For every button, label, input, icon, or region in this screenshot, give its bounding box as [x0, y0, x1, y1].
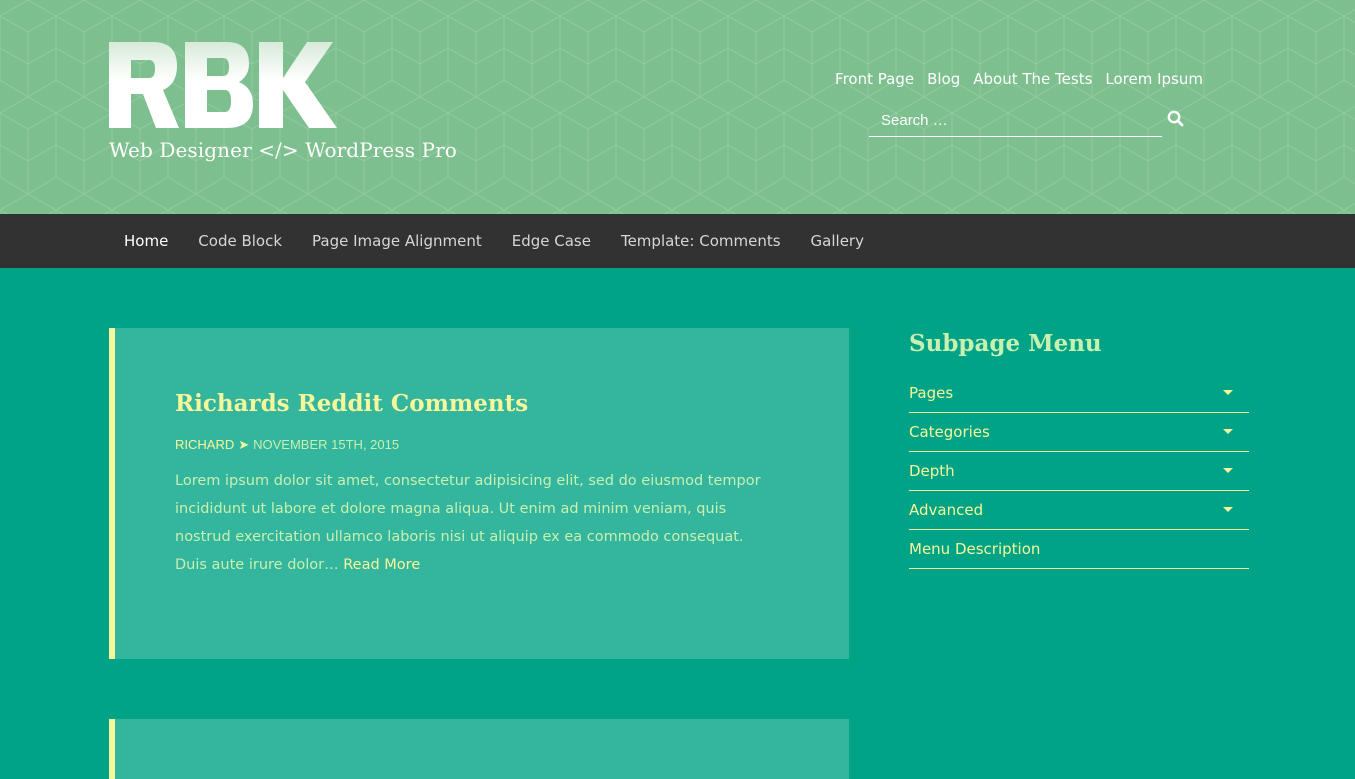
meta-separator: ➤	[238, 437, 250, 452]
chevron-down-icon[interactable]	[1223, 390, 1233, 395]
site-tagline: Web Designer </> WordPress Pro	[109, 138, 457, 162]
chevron-down-icon[interactable]	[1223, 468, 1233, 473]
subpage-menu-item-categories[interactable]: Categories	[909, 413, 1249, 452]
search-icon[interactable]	[1166, 109, 1186, 129]
subpage-menu-item-depth[interactable]: Depth	[909, 452, 1249, 491]
main-nav-item-code-block[interactable]: Code Block	[183, 214, 297, 268]
post-card-next	[109, 719, 849, 779]
top-nav: Front Page Blog About The Tests Lorem Ip…	[822, 70, 1203, 88]
subpage-menu: Pages Categories Depth Advanced Menu Des…	[909, 374, 1249, 569]
site-header: Web Designer </> WordPress Pro Front Pag…	[0, 0, 1355, 214]
post-excerpt-text: Lorem ipsum dolor sit amet, consectetur …	[175, 473, 761, 573]
chevron-down-icon[interactable]	[1223, 429, 1233, 434]
search-form	[869, 104, 1162, 137]
main-nav-item-home[interactable]: Home	[109, 214, 183, 268]
top-nav-item-about-the-tests[interactable]: About The Tests	[973, 70, 1092, 88]
post-excerpt: Lorem ipsum dolor sit amet, consectetur …	[175, 467, 775, 579]
widget-title: Subpage Menu	[909, 330, 1102, 357]
subpage-menu-label: Advanced	[909, 501, 984, 519]
subpage-menu-label: Categories	[909, 423, 990, 441]
post-date: November 15th, 2015	[253, 437, 400, 452]
subpage-menu-label: Menu Description	[909, 540, 1041, 558]
post-meta: Richard ➤ November 15th, 2015	[175, 437, 399, 453]
subpage-menu-item-menu-description[interactable]: Menu Description	[909, 530, 1249, 569]
post-card: Richards Reddit Comments Richard ➤ Novembe…	[109, 328, 849, 659]
search-input[interactable]	[869, 104, 1162, 136]
site-logo[interactable]	[109, 38, 339, 130]
post-author[interactable]: Richard	[175, 437, 234, 452]
read-more-link[interactable]: Read More	[343, 557, 420, 573]
main-nav: Home Code Block Page Image Alignment Edg…	[0, 214, 1355, 268]
subpage-menu-label: Depth	[909, 462, 955, 480]
top-nav-item-front-page[interactable]: Front Page	[835, 70, 914, 88]
subpage-menu-item-pages[interactable]: Pages	[909, 374, 1249, 413]
main-nav-item-edge-case[interactable]: Edge Case	[497, 214, 606, 268]
main-nav-item-template-comments[interactable]: Template: Comments	[606, 214, 796, 268]
top-nav-item-blog[interactable]: Blog	[927, 70, 960, 88]
post-title[interactable]: Richards Reddit Comments	[175, 390, 528, 417]
subpage-menu-item-advanced[interactable]: Advanced	[909, 491, 1249, 530]
main-nav-item-page-image-alignment[interactable]: Page Image Alignment	[297, 214, 497, 268]
main-nav-item-gallery[interactable]: Gallery	[796, 214, 879, 268]
subpage-menu-label: Pages	[909, 384, 954, 402]
chevron-down-icon[interactable]	[1223, 507, 1233, 512]
top-nav-item-lorem-ipsum[interactable]: Lorem Ipsum	[1105, 70, 1203, 88]
